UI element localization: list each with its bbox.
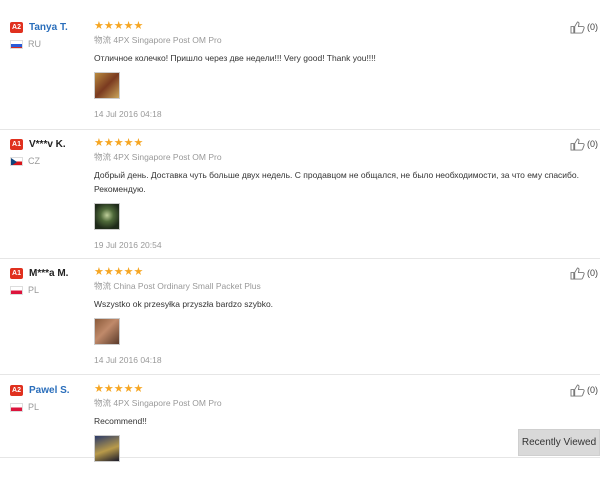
shipping-method: 物流 China Post Ordinary Small Packet Plus [94,281,261,291]
shipping-method: 物流 4PX Singapore Post OM Pro [94,398,222,408]
review-photo[interactable] [94,72,120,99]
reviewer-country: PL [28,285,40,295]
reviewer-country: RU [28,39,41,49]
helpful-count: (0) [587,22,598,32]
reviewer-country: CZ [28,156,40,166]
helpful-button[interactable]: (0) [570,20,598,34]
helpful-button[interactable]: (0) [570,266,598,280]
shipping-method: 物流 4PX Singapore Post OM Pro [94,152,222,162]
thumbs-up-icon [570,20,585,34]
review-photo[interactable] [94,318,120,345]
reviewer-info: A2 Pawel S. PL [10,383,90,413]
review-content: ★★★★★ 物流 4PX Singapore Post OM Pro Recom… [94,383,564,462]
star-rating: ★★★★★ [94,20,564,32]
stars-icon: ★★★★★ [94,19,144,32]
stars-icon: ★★★★★ [94,382,144,395]
review-date: 14 Jul 2016 04:18 [94,355,162,365]
helpful-button[interactable]: (0) [570,383,598,397]
review-text: Отличное колечко! Пришло через две недел… [94,53,376,63]
stars-icon: ★★★★★ [94,265,144,278]
review-item: A1 V***v K. CZ ★★★★★ 物流 4PX Singapore Po… [0,137,600,259]
reviewer-info: A1 M***a M. PL [10,266,90,296]
review-date: 14 Jul 2016 04:18 [94,109,162,119]
reviewer-name[interactable]: Pawel S. [29,385,70,396]
review-text: Добрый день. Доставка чуть больше двух н… [94,170,580,194]
buyer-level-badge: A2 [10,384,23,396]
helpful-count: (0) [587,268,598,278]
reviewer-name: V***v K. [29,138,66,150]
review-item: A2 Tanya T. RU ★★★★★ 物流 4PX Singapore Po… [0,20,600,130]
reviewer-info: A2 Tanya T. RU [10,20,90,50]
thumbs-up-icon [570,266,585,280]
thumbs-up-icon [570,137,585,151]
helpful-count: (0) [587,139,598,149]
shipping-method: 物流 4PX Singapore Post OM Pro [94,35,222,45]
star-rating: ★★★★★ [94,137,564,149]
buyer-level-badge: A1 [10,267,23,279]
flag-cz-icon [10,156,23,166]
review-photo[interactable] [94,203,120,230]
star-rating: ★★★★★ [94,383,564,395]
helpful-count: (0) [587,385,598,395]
buyer-level-badge: A2 [10,21,23,33]
stars-icon: ★★★★★ [94,136,144,149]
review-content: ★★★★★ 物流 China Post Ordinary Small Packe… [94,266,564,367]
reviewer-name: M***a M. [29,267,69,279]
reviewer-info: A1 V***v K. CZ [10,137,90,167]
star-rating: ★★★★★ [94,266,564,278]
review-photo[interactable] [94,435,120,462]
review-item: A2 Pawel S. PL ★★★★★ 物流 4PX Singapore Po… [0,383,600,462]
review-item: A1 M***a M. PL ★★★★★ 物流 China Post Ordin… [0,266,600,375]
flag-ru-icon [10,39,23,49]
review-content: ★★★★★ 物流 4PX Singapore Post OM Pro Отлич… [94,20,564,121]
review-text: Wszystko ok przesyłka przyszła bardzo sz… [94,299,274,309]
reviewer-country: PL [28,402,40,412]
buyer-level-badge: A1 [10,138,23,150]
reviewer-name[interactable]: Tanya T. [29,22,68,33]
review-date: 19 Jul 2016 20:54 [94,240,162,250]
review-text: Recommend!! [94,416,147,426]
review-content: ★★★★★ 物流 4PX Singapore Post OM Pro Добры… [94,137,579,252]
recently-viewed-button[interactable]: Recently Viewed [518,429,600,456]
helpful-button[interactable]: (0) [570,137,598,151]
flag-pl-icon [10,285,23,295]
flag-pl-icon [10,402,23,412]
thumbs-up-icon [570,383,585,397]
